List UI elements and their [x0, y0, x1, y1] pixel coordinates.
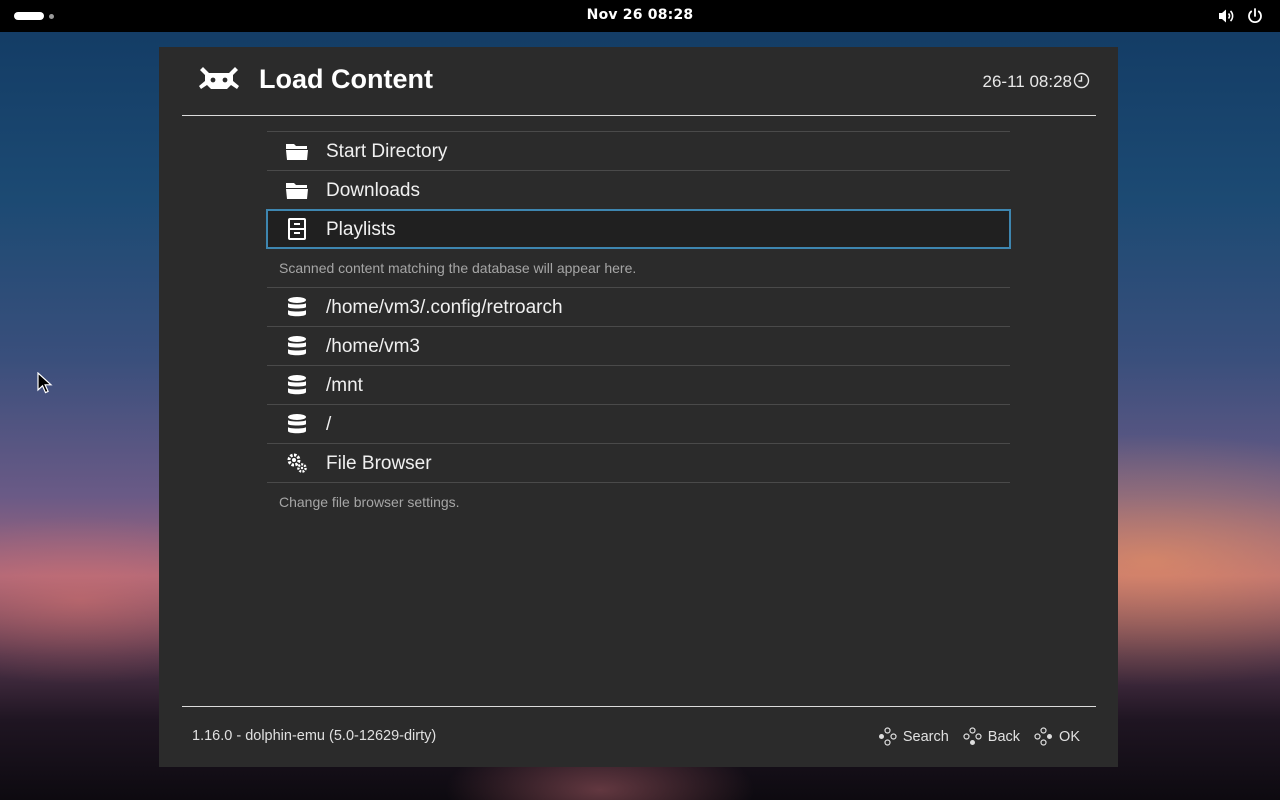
gamepad-buttons-icon: [878, 727, 897, 746]
database-icon: [288, 336, 306, 356]
list-item-label: /home/vm3/.config/retroarch: [326, 297, 563, 318]
ok-action[interactable]: OK: [1034, 727, 1080, 746]
volume-icon[interactable]: [1216, 6, 1236, 26]
playlists-sublabel: Scanned content matching the database wi…: [267, 249, 1010, 287]
folder-icon: [286, 183, 308, 199]
list-item-label: File Browser: [326, 453, 432, 474]
footer-actions: Search Back OK: [878, 727, 1080, 746]
system-clock[interactable]: Nov 26 08:28: [0, 7, 1280, 23]
database-icon: [288, 414, 306, 434]
list-item-start-directory[interactable]: Start Directory: [267, 131, 1010, 170]
mouse-cursor-icon: [37, 372, 53, 394]
back-action[interactable]: Back: [963, 727, 1020, 746]
list-item-mnt[interactable]: /mnt: [267, 365, 1010, 404]
list-item-label: Playlists: [326, 219, 396, 240]
database-icon: [288, 375, 306, 395]
back-action-label: Back: [987, 728, 1021, 745]
retroarch-window: Load Content 26-11 08:28 Start Directory…: [159, 47, 1118, 767]
power-icon[interactable]: [1245, 6, 1265, 26]
content-list: Start Directory Downloads Playlists Scan…: [266, 131, 1011, 521]
search-action[interactable]: Search: [878, 727, 949, 746]
list-item-downloads[interactable]: Downloads: [267, 170, 1010, 209]
settings-gears-icon: [287, 453, 307, 473]
list-item-home-vm3[interactable]: /home/vm3: [267, 326, 1010, 365]
version-label: 1.16.0 - dolphin-emu (5.0-12629-dirty): [192, 728, 437, 744]
database-icon: [288, 297, 306, 317]
list-item-config-retroarch[interactable]: /home/vm3/.config/retroarch: [267, 287, 1010, 326]
file-browser-sublabel: Change file browser settings.: [267, 483, 1010, 521]
list-item-file-browser[interactable]: File Browser: [267, 443, 1010, 483]
search-action-label: Search: [902, 728, 949, 745]
header-divider: [182, 115, 1096, 116]
list-item-label: /mnt: [326, 375, 363, 396]
cabinet-icon: [288, 218, 306, 240]
header-datetime: 26-11 08:28: [982, 72, 1072, 91]
list-item-label: Downloads: [326, 180, 420, 201]
list-item-playlists[interactable]: Playlists: [266, 209, 1011, 249]
list-item-root[interactable]: /: [267, 404, 1010, 443]
retroarch-logo-icon: [199, 67, 239, 89]
clock-icon: [1073, 72, 1090, 89]
sublabel-text: Change file browser settings.: [279, 494, 460, 510]
list-item-label: Start Directory: [326, 141, 448, 162]
list-item-label: /home/vm3: [326, 336, 420, 357]
gamepad-buttons-icon: [963, 727, 982, 745]
sublabel-text: Scanned content matching the database wi…: [279, 260, 637, 276]
list-item-label: /: [326, 414, 332, 435]
ok-action-label: OK: [1059, 728, 1080, 745]
folder-icon: [286, 144, 308, 160]
gamepad-buttons-icon: [1034, 727, 1053, 746]
footer-divider: [182, 706, 1096, 707]
page-title: Load Content: [259, 64, 433, 94]
top-bar: Nov 26 08:28: [0, 0, 1280, 32]
